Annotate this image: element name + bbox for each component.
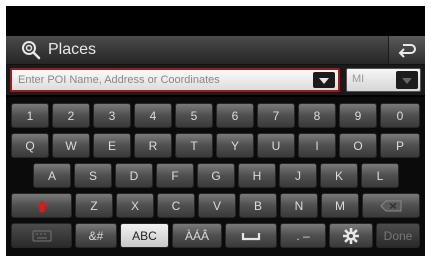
key-c[interactable]: C [157,193,195,218]
dropdown-icon [319,78,329,84]
key-8[interactable]: 8 [298,103,336,128]
unit-value: MI [352,73,365,85]
navigation-screen: Places Enter POI Name, Address or Coordi… [6,6,425,256]
key-s[interactable]: S [74,163,112,188]
space-icon [241,232,261,240]
key-n[interactable]: N [280,193,318,218]
key-7[interactable]: 7 [257,103,295,128]
key-m[interactable]: M [321,193,359,218]
keyboard-icon [31,229,52,242]
key-o[interactable]: O [339,133,377,158]
header-bar: Places [6,36,425,65]
key-d[interactable]: D [115,163,153,188]
done-button[interactable]: Done [376,223,420,248]
key-f[interactable]: F [156,163,194,188]
key-v[interactable]: V [198,193,236,218]
key-2[interactable]: 2 [52,103,90,128]
key-4[interactable]: 4 [134,103,172,128]
key-9[interactable]: 9 [339,103,377,128]
key-i[interactable]: I [298,133,336,158]
accents-key[interactable]: ÀÁÂ [172,223,222,248]
dot-dash-key[interactable]: . – [280,223,326,248]
key-3[interactable]: 3 [93,103,131,128]
back-icon [398,44,416,58]
key-y[interactable]: Y [216,133,254,158]
abc-key[interactable]: ABC [120,223,169,248]
key-j[interactable]: J [279,163,317,188]
search-icon [20,39,42,61]
key-1[interactable]: 1 [11,103,49,128]
key-q[interactable]: Q [11,133,49,158]
dropdown-icon [402,78,412,84]
keyboard-toggle-key[interactable] [11,223,72,248]
key-w[interactable]: W [52,133,90,158]
shift-key[interactable] [11,193,72,218]
back-button[interactable] [388,36,425,64]
settings-key[interactable] [329,223,373,248]
page-title: Places [48,41,97,58]
search-placeholder: Enter POI Name, Address or Coordinates [18,74,220,86]
key-p[interactable]: P [380,133,420,158]
key-r[interactable]: R [134,133,172,158]
key-a[interactable]: A [33,163,71,188]
key-l[interactable]: L [361,163,399,188]
search-dropdown-button[interactable] [313,72,335,88]
key-e[interactable]: E [93,133,131,158]
space-key[interactable] [225,223,277,248]
key-t[interactable]: T [175,133,213,158]
key-5[interactable]: 5 [175,103,213,128]
key-u[interactable]: U [257,133,295,158]
key-0[interactable]: 0 [380,103,420,128]
key-z[interactable]: Z [75,193,113,218]
poi-search-input[interactable]: Enter POI Name, Address or Coordinates [10,68,340,92]
backspace-key[interactable] [362,193,420,218]
unit-select[interactable]: MI [346,68,421,92]
backspace-icon [380,200,402,211]
search-row: Enter POI Name, Address or Coordinates M… [6,65,425,95]
keyboard: 1 2 3 4 5 6 7 8 9 0 Q W E R T Y U I O P … [6,97,425,256]
key-h[interactable]: H [238,163,276,188]
symbols-key[interactable]: &# [75,223,117,248]
key-6[interactable]: 6 [216,103,254,128]
settings-icon [343,227,359,244]
unit-dropdown-button[interactable] [396,71,418,89]
shift-icon [35,199,48,212]
key-g[interactable]: G [197,163,235,188]
key-b[interactable]: B [239,193,277,218]
key-x[interactable]: X [116,193,154,218]
key-k[interactable]: K [320,163,358,188]
